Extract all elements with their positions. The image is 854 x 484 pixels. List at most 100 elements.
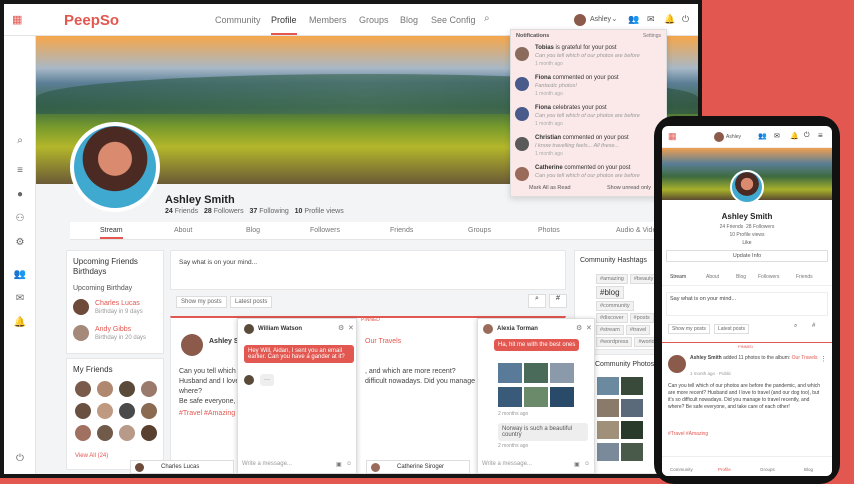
search-icon[interactable]: ⌕ [528, 294, 546, 308]
power-icon[interactable]: ⏻ [13, 452, 27, 466]
gear-icon[interactable]: ⚙ [13, 236, 27, 250]
more-icon[interactable]: ⋮ [820, 355, 827, 363]
photo[interactable] [498, 387, 522, 407]
show-posts-filter[interactable]: Show my posts [176, 296, 227, 308]
apps-icon[interactable]: ▦ [12, 14, 26, 26]
post-tags[interactable]: #Travel #Amazing [179, 410, 235, 417]
chat-input[interactable]: Write a message... [482, 461, 532, 467]
avatar[interactable] [181, 334, 203, 356]
bottom-nav-groups[interactable]: Groups [760, 467, 775, 472]
nav-groups[interactable]: Groups [359, 15, 389, 25]
avatar[interactable] [97, 403, 113, 419]
chat-input[interactable]: Write a message... [242, 461, 292, 467]
phone-profile-avatar[interactable] [730, 170, 764, 204]
nav-profile[interactable]: Profile [271, 15, 297, 35]
hashtag[interactable]: #discover [596, 313, 628, 323]
tab-about[interactable]: About [706, 274, 719, 280]
photo[interactable] [498, 363, 522, 383]
search-icon[interactable]: ⌕ [794, 323, 797, 330]
avatar[interactable] [668, 355, 686, 373]
user-avatar[interactable] [574, 14, 586, 26]
tab-stream[interactable]: Stream [100, 227, 123, 239]
bell-icon[interactable]: 🔔 [664, 14, 675, 25]
user-name[interactable]: Ashley [726, 134, 741, 140]
community-photo[interactable] [621, 399, 643, 417]
view-all-friends-link[interactable]: View All (24) [75, 453, 108, 459]
hashtag[interactable]: #stream [596, 325, 624, 335]
messages-icon[interactable]: ✉ [647, 14, 655, 25]
user-icon[interactable]: ● [13, 188, 27, 202]
avatar[interactable] [73, 325, 89, 341]
phone-post-author[interactable]: Ashley Smith [690, 355, 722, 361]
minimized-chat[interactable]: Charles Lucas [130, 460, 234, 474]
notifications-settings[interactable]: Settings [643, 33, 661, 39]
community-photo[interactable] [621, 377, 643, 395]
friend-requests-icon[interactable]: 👥 [13, 268, 27, 282]
emoji-icon[interactable]: ☺ [346, 461, 352, 467]
hashtag[interactable]: #travel [625, 325, 651, 335]
user-avatar[interactable] [714, 132, 724, 142]
gear-icon[interactable]: ⚙ [338, 324, 344, 332]
show-unread-button[interactable]: Show unread only [607, 185, 651, 191]
messages-icon[interactable]: ✉ [13, 292, 27, 306]
phone-post-tags[interactable]: #Travel #Amazing [668, 431, 708, 437]
avatar[interactable] [141, 403, 157, 419]
power-icon[interactable]: ⏻ [804, 132, 810, 140]
phone-show-posts[interactable]: Show my posts [668, 324, 710, 334]
tab-blog[interactable]: Blog [246, 227, 260, 234]
minimized-chat[interactable]: Catherine Siroger [366, 460, 470, 474]
nav-see-config[interactable]: See Config [431, 15, 476, 25]
hashtag[interactable]: #posts [629, 313, 654, 323]
chat-name[interactable]: Alexia Torman [497, 326, 538, 332]
close-icon[interactable]: ✕ [586, 324, 592, 332]
avatar[interactable] [75, 425, 91, 441]
postbox-placeholder[interactable]: Say what is on your mind... [179, 259, 257, 266]
avatar[interactable] [141, 381, 157, 397]
user-name[interactable]: Ashley [590, 16, 611, 23]
following-label[interactable]: Following [259, 208, 289, 215]
community-photo[interactable] [597, 399, 619, 417]
tab-about[interactable]: About [174, 227, 192, 234]
tab-blog[interactable]: Blog [736, 274, 746, 280]
photo-icon[interactable]: ▣ [574, 461, 580, 468]
gear-icon[interactable]: ⚙ [576, 324, 582, 332]
photo[interactable] [524, 387, 548, 407]
community-photo[interactable] [597, 377, 619, 395]
notification-item[interactable]: Fiona commented on your post Fantastic ph… [515, 75, 665, 103]
phone-post-album[interactable]: Our Travels [792, 355, 818, 361]
friends-notification-icon[interactable]: 👥 [628, 14, 639, 25]
bottom-nav-blog[interactable]: Blog [804, 467, 813, 472]
avatar[interactable] [97, 381, 113, 397]
photo[interactable] [550, 387, 574, 407]
avatar[interactable] [119, 403, 135, 419]
photo[interactable] [524, 363, 548, 383]
avatar[interactable] [75, 381, 91, 397]
nav-community[interactable]: Community [215, 15, 261, 25]
phone-like-button[interactable]: Like [662, 240, 832, 246]
hashtag[interactable]: #wordpress [596, 337, 633, 347]
avatar[interactable] [483, 324, 493, 334]
notification-item[interactable]: Fiona celebrates your post Can you tell w… [515, 105, 665, 133]
bell-icon[interactable]: 🔔 [790, 132, 799, 140]
friends-label[interactable]: Friends [175, 208, 198, 215]
notification-item[interactable]: Christian commented on your post I know t… [515, 135, 665, 163]
power-icon[interactable]: ⏻ [682, 14, 689, 25]
tab-groups[interactable]: Groups [468, 227, 491, 234]
logo[interactable]: PeepSo [64, 12, 119, 29]
phone-update-info-button[interactable]: Update Info [666, 250, 828, 262]
search-icon[interactable]: ⌕ [13, 134, 27, 148]
avatar[interactable] [119, 425, 135, 441]
friends-notification-icon[interactable]: 👥 [758, 132, 767, 140]
tab-friends[interactable]: Friends [796, 274, 813, 280]
nav-blog[interactable]: Blog [400, 15, 418, 25]
avatar[interactable] [141, 425, 157, 441]
tab-followers[interactable]: Followers [758, 274, 779, 280]
followers-count[interactable]: 28 [204, 208, 212, 215]
photo[interactable] [550, 363, 574, 383]
hashtag[interactable]: #community [596, 301, 634, 311]
birthday-name[interactable]: Andy Gibbs [95, 326, 131, 333]
avatar[interactable] [75, 403, 91, 419]
nav-members[interactable]: Members [309, 15, 347, 25]
mark-all-read-button[interactable]: Mark All as Read [529, 185, 571, 191]
tab-stream[interactable]: Stream [670, 274, 686, 280]
